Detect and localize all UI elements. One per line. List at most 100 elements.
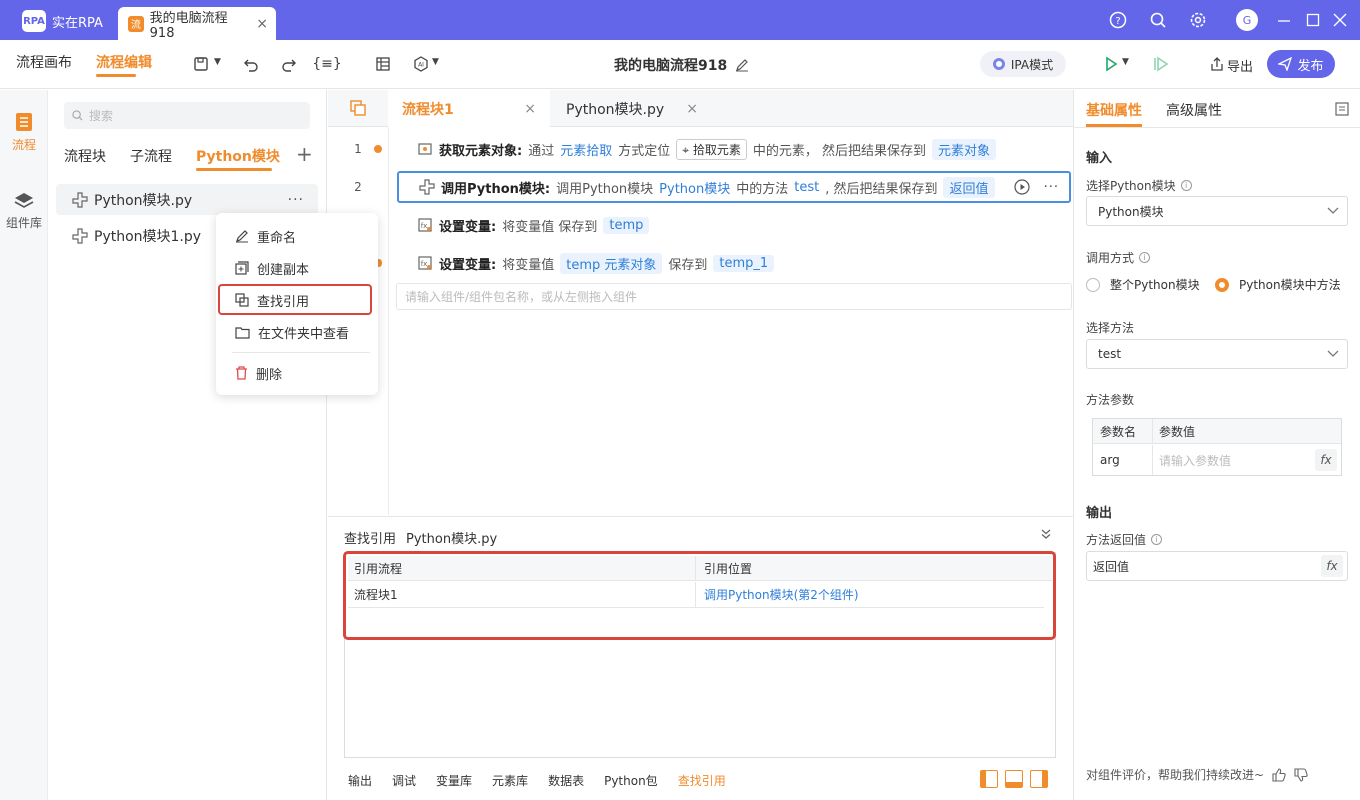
- column-header: 参数值: [1159, 424, 1196, 439]
- menu-item-show-in-folder[interactable]: 在文件夹中查看: [216, 317, 378, 347]
- menu-item-delete[interactable]: 删除: [216, 358, 378, 388]
- layers-icon: [14, 192, 34, 210]
- editor-tab-python-file[interactable]: Python模块.py ×: [552, 90, 712, 127]
- flow-block-row[interactable]: fx 设置变量: 将变量值 temp 元素对象 保存到 temp_1: [397, 247, 1071, 279]
- panel-toggle-icon[interactable]: [1335, 102, 1349, 116]
- editor-tab-flowblock[interactable]: 流程块1 ×: [388, 90, 550, 127]
- expression-fx-button[interactable]: fx: [1321, 555, 1343, 577]
- ipa-mode-button[interactable]: IPA模式: [980, 51, 1066, 77]
- tab-advanced-properties[interactable]: 高级属性: [1166, 100, 1222, 120]
- export-icon[interactable]: [1206, 54, 1228, 74]
- tab-python-modules[interactable]: Python模块: [196, 146, 280, 166]
- document-tab[interactable]: 流 我的电脑流程918 ×: [118, 7, 276, 41]
- info-icon[interactable]: i: [1180, 180, 1192, 191]
- chevron-down-icon[interactable]: ▼: [1122, 57, 1129, 67]
- tab-python-packages[interactable]: Python包: [604, 772, 658, 789]
- radio-button[interactable]: [1086, 277, 1100, 292]
- more-options-icon[interactable]: ···: [288, 192, 304, 208]
- expression-fx-button[interactable]: fx: [1315, 449, 1337, 471]
- block-name: 设置变量:: [439, 257, 497, 273]
- radio-whole-module[interactable]: 整个Python模块: [1086, 276, 1200, 293]
- python-file-item[interactable]: Python模块.py ···: [56, 184, 318, 215]
- method-select[interactable]: test: [1086, 339, 1348, 369]
- line-number: 2: [354, 180, 362, 194]
- python-module-select[interactable]: Python模块: [1086, 196, 1348, 226]
- maximize-icon[interactable]: [1303, 10, 1323, 30]
- pick-element-button[interactable]: ⌖ 拾取元素: [676, 138, 747, 160]
- flow-block-row-selected[interactable]: 调用Python模块: 调用Python模块 Python模块 中的方法 tes…: [397, 171, 1071, 203]
- search-icon[interactable]: [1148, 10, 1168, 30]
- block-text: 将变量值 保存到: [502, 219, 598, 235]
- user-avatar[interactable]: G: [1236, 9, 1258, 31]
- block-link[interactable]: test: [794, 180, 819, 195]
- ai-assistant-icon[interactable]: AI: [410, 54, 432, 74]
- tab-variables[interactable]: 变量库: [436, 772, 472, 789]
- flow-block-row[interactable]: 获取元素对象: 通过 元素拾取 方式定位 ⌖ 拾取元素 中的元素， 然后把结果保…: [397, 133, 1071, 165]
- tab-datatables[interactable]: 数据表: [548, 772, 584, 789]
- tab-find-references[interactable]: 查找引用: [678, 772, 726, 789]
- breakpoint-dot[interactable]: [374, 145, 382, 153]
- rail-components[interactable]: 组件库: [0, 192, 48, 231]
- tab-basic-properties[interactable]: 基础属性: [1086, 100, 1142, 120]
- publish-button[interactable]: 发布: [1267, 50, 1335, 78]
- close-window-icon[interactable]: [1330, 10, 1350, 30]
- add-component-input[interactable]: 请输入组件/组件包名称，或从左侧拖入组件: [396, 283, 1072, 310]
- table-grid-icon[interactable]: [372, 54, 394, 74]
- tab-subflows[interactable]: 子流程: [130, 146, 172, 166]
- output-variable-tag[interactable]: temp_1: [713, 254, 775, 272]
- minimize-icon[interactable]: [1274, 10, 1294, 30]
- thumbs-up-icon[interactable]: [1272, 767, 1286, 782]
- mode-tab-canvas[interactable]: 流程画布: [16, 52, 72, 72]
- tab-output[interactable]: 输出: [348, 772, 372, 789]
- return-value-input[interactable]: 返回值 fx: [1086, 551, 1348, 581]
- info-icon[interactable]: i: [1151, 534, 1163, 545]
- close-icon[interactable]: ×: [524, 101, 536, 117]
- collapse-chevron-icon[interactable]: [1040, 528, 1052, 540]
- chevron-down-icon: [1327, 350, 1339, 358]
- block-link[interactable]: 元素拾取: [560, 140, 612, 159]
- send-icon: [1278, 57, 1293, 71]
- run-play-icon[interactable]: [1100, 54, 1122, 74]
- step-run-icon[interactable]: [1150, 54, 1172, 74]
- ipa-mode-label: IPA模式: [1010, 57, 1054, 72]
- export-button[interactable]: 导出: [1227, 56, 1253, 75]
- undo-icon[interactable]: [240, 54, 262, 74]
- tab-elements[interactable]: 元素库: [492, 772, 528, 789]
- menu-item-rename[interactable]: 重命名: [216, 221, 378, 251]
- save-icon[interactable]: [190, 54, 212, 74]
- output-variable-tag[interactable]: 元素对象: [931, 138, 996, 160]
- help-icon[interactable]: ?: [1108, 10, 1128, 30]
- settings-gear-icon[interactable]: [1188, 10, 1208, 30]
- block-text: 调用Python模块: [556, 181, 654, 197]
- chevron-down-icon[interactable]: ▼: [214, 57, 221, 67]
- flow-block-panel-icon[interactable]: [350, 100, 366, 116]
- radio-module-method[interactable]: Python模块中方法: [1215, 276, 1341, 293]
- info-icon[interactable]: i: [1139, 252, 1151, 263]
- mode-tab-edit[interactable]: 流程编辑: [96, 52, 152, 72]
- radio-button-selected[interactable]: [1215, 277, 1229, 292]
- variable-braces-icon[interactable]: {≡}: [312, 54, 342, 74]
- close-icon[interactable]: ×: [686, 101, 698, 117]
- layout-right-icon[interactable]: [1030, 770, 1048, 788]
- redo-icon[interactable]: [278, 54, 300, 74]
- block-link[interactable]: Python模块: [659, 178, 730, 197]
- thumbs-down-icon[interactable]: [1294, 767, 1308, 782]
- run-block-icon[interactable]: [1013, 179, 1030, 195]
- menu-item-duplicate[interactable]: 创建副本: [216, 253, 378, 283]
- chevron-down-icon[interactable]: ▼: [432, 57, 439, 67]
- close-icon[interactable]: ×: [256, 16, 268, 32]
- add-icon[interactable]: +: [296, 142, 313, 166]
- search-input[interactable]: 搜索: [64, 102, 310, 129]
- layout-bottom-icon[interactable]: [1005, 770, 1023, 788]
- tab-flow-blocks[interactable]: 流程块: [64, 146, 106, 166]
- input-variable-tag[interactable]: temp 元素对象: [560, 252, 663, 274]
- output-variable-tag[interactable]: 返回值: [943, 176, 995, 198]
- layout-left-icon[interactable]: [980, 770, 998, 788]
- flow-block-row[interactable]: fx 设置变量: 将变量值 保存到 temp: [397, 209, 1071, 241]
- output-variable-tag[interactable]: temp: [603, 216, 650, 234]
- rail-flow[interactable]: 流程: [0, 112, 48, 153]
- param-value-input[interactable]: 请输入参数值 fx: [1153, 445, 1341, 475]
- tab-debug[interactable]: 调试: [392, 772, 416, 789]
- edit-pencil-icon[interactable]: [735, 58, 749, 72]
- more-options-icon[interactable]: ···: [1044, 180, 1059, 195]
